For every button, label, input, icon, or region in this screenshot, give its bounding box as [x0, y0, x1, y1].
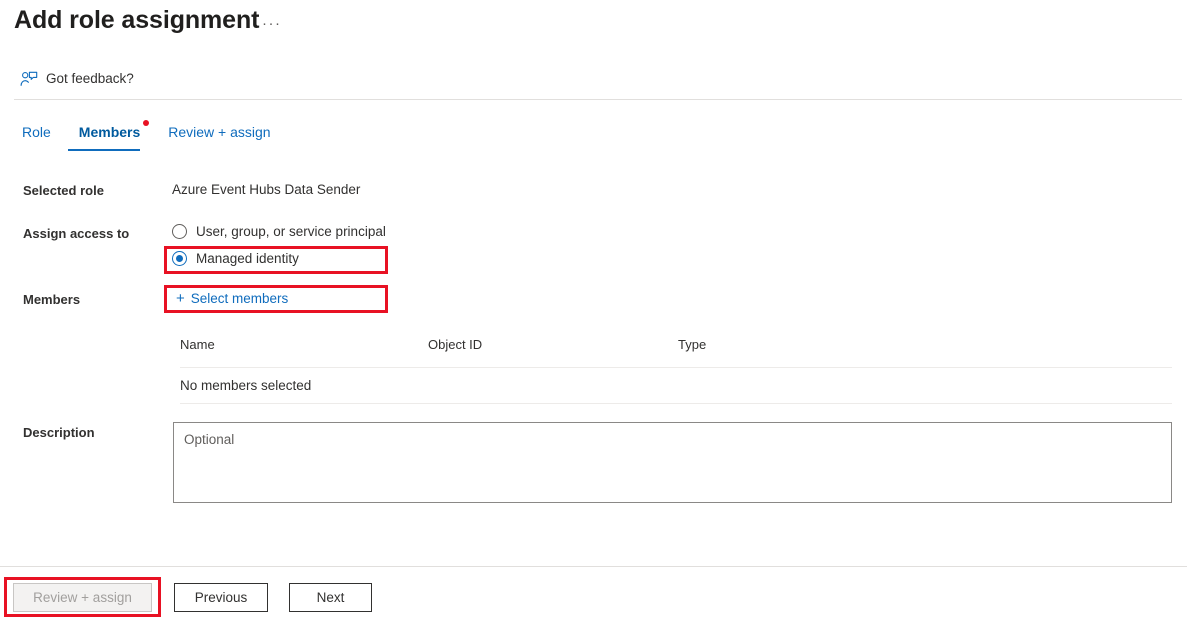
page-title: Add role assignment	[14, 6, 259, 35]
select-members-button[interactable]: + Select members	[176, 291, 288, 306]
members-table-header: Name Object ID Type	[180, 337, 1172, 368]
no-members-selected-message: No members selected	[180, 378, 311, 393]
members-table-empty-row: No members selected	[180, 368, 1172, 404]
footer-divider	[0, 566, 1187, 567]
members-label: Members	[23, 292, 80, 307]
command-bar: Got feedback?	[0, 58, 1187, 99]
members-table: Name Object ID Type No members selected	[180, 337, 1172, 404]
column-header-name: Name	[180, 337, 428, 352]
description-input[interactable]	[173, 422, 1172, 503]
previous-button[interactable]: Previous	[174, 583, 268, 612]
radio-indicator-user-group	[172, 224, 187, 239]
review-assign-button[interactable]: Review + assign	[13, 583, 152, 612]
tab-members-badge-dot	[143, 120, 149, 126]
select-members-label: Select members	[191, 291, 289, 306]
selected-role-value: Azure Event Hubs Data Sender	[172, 182, 360, 197]
column-header-type: Type	[678, 337, 878, 352]
wizard-footer: Review + assign Previous Next	[0, 583, 1187, 620]
plus-icon: +	[176, 291, 185, 306]
tab-role-label: Role	[22, 124, 51, 140]
got-feedback-label: Got feedback?	[46, 72, 134, 86]
wizard-tabs: Role Members Review + assign	[22, 124, 285, 151]
description-label: Description	[23, 425, 95, 440]
radio-indicator-managed-identity	[172, 251, 187, 266]
radio-managed-identity-label: Managed identity	[196, 251, 299, 266]
column-header-object-id: Object ID	[428, 337, 678, 352]
person-feedback-icon	[20, 71, 38, 87]
tab-members-label: Members	[79, 124, 140, 140]
tab-members[interactable]: Members	[65, 124, 154, 151]
tab-review-assign-label: Review + assign	[168, 124, 270, 140]
radio-user-group-label: User, group, or service principal	[196, 224, 386, 239]
next-button[interactable]: Next	[289, 583, 372, 612]
tab-review-assign[interactable]: Review + assign	[154, 124, 284, 151]
header-divider	[14, 99, 1182, 100]
got-feedback-button[interactable]: Got feedback?	[20, 71, 134, 87]
assign-access-to-label: Assign access to	[23, 226, 129, 241]
radio-user-group-service-principal[interactable]: User, group, or service principal	[172, 224, 386, 239]
selected-role-label: Selected role	[23, 183, 104, 198]
radio-managed-identity[interactable]: Managed identity	[172, 251, 299, 266]
more-options-icon[interactable]: ···	[262, 19, 282, 29]
tab-role[interactable]: Role	[22, 124, 65, 151]
